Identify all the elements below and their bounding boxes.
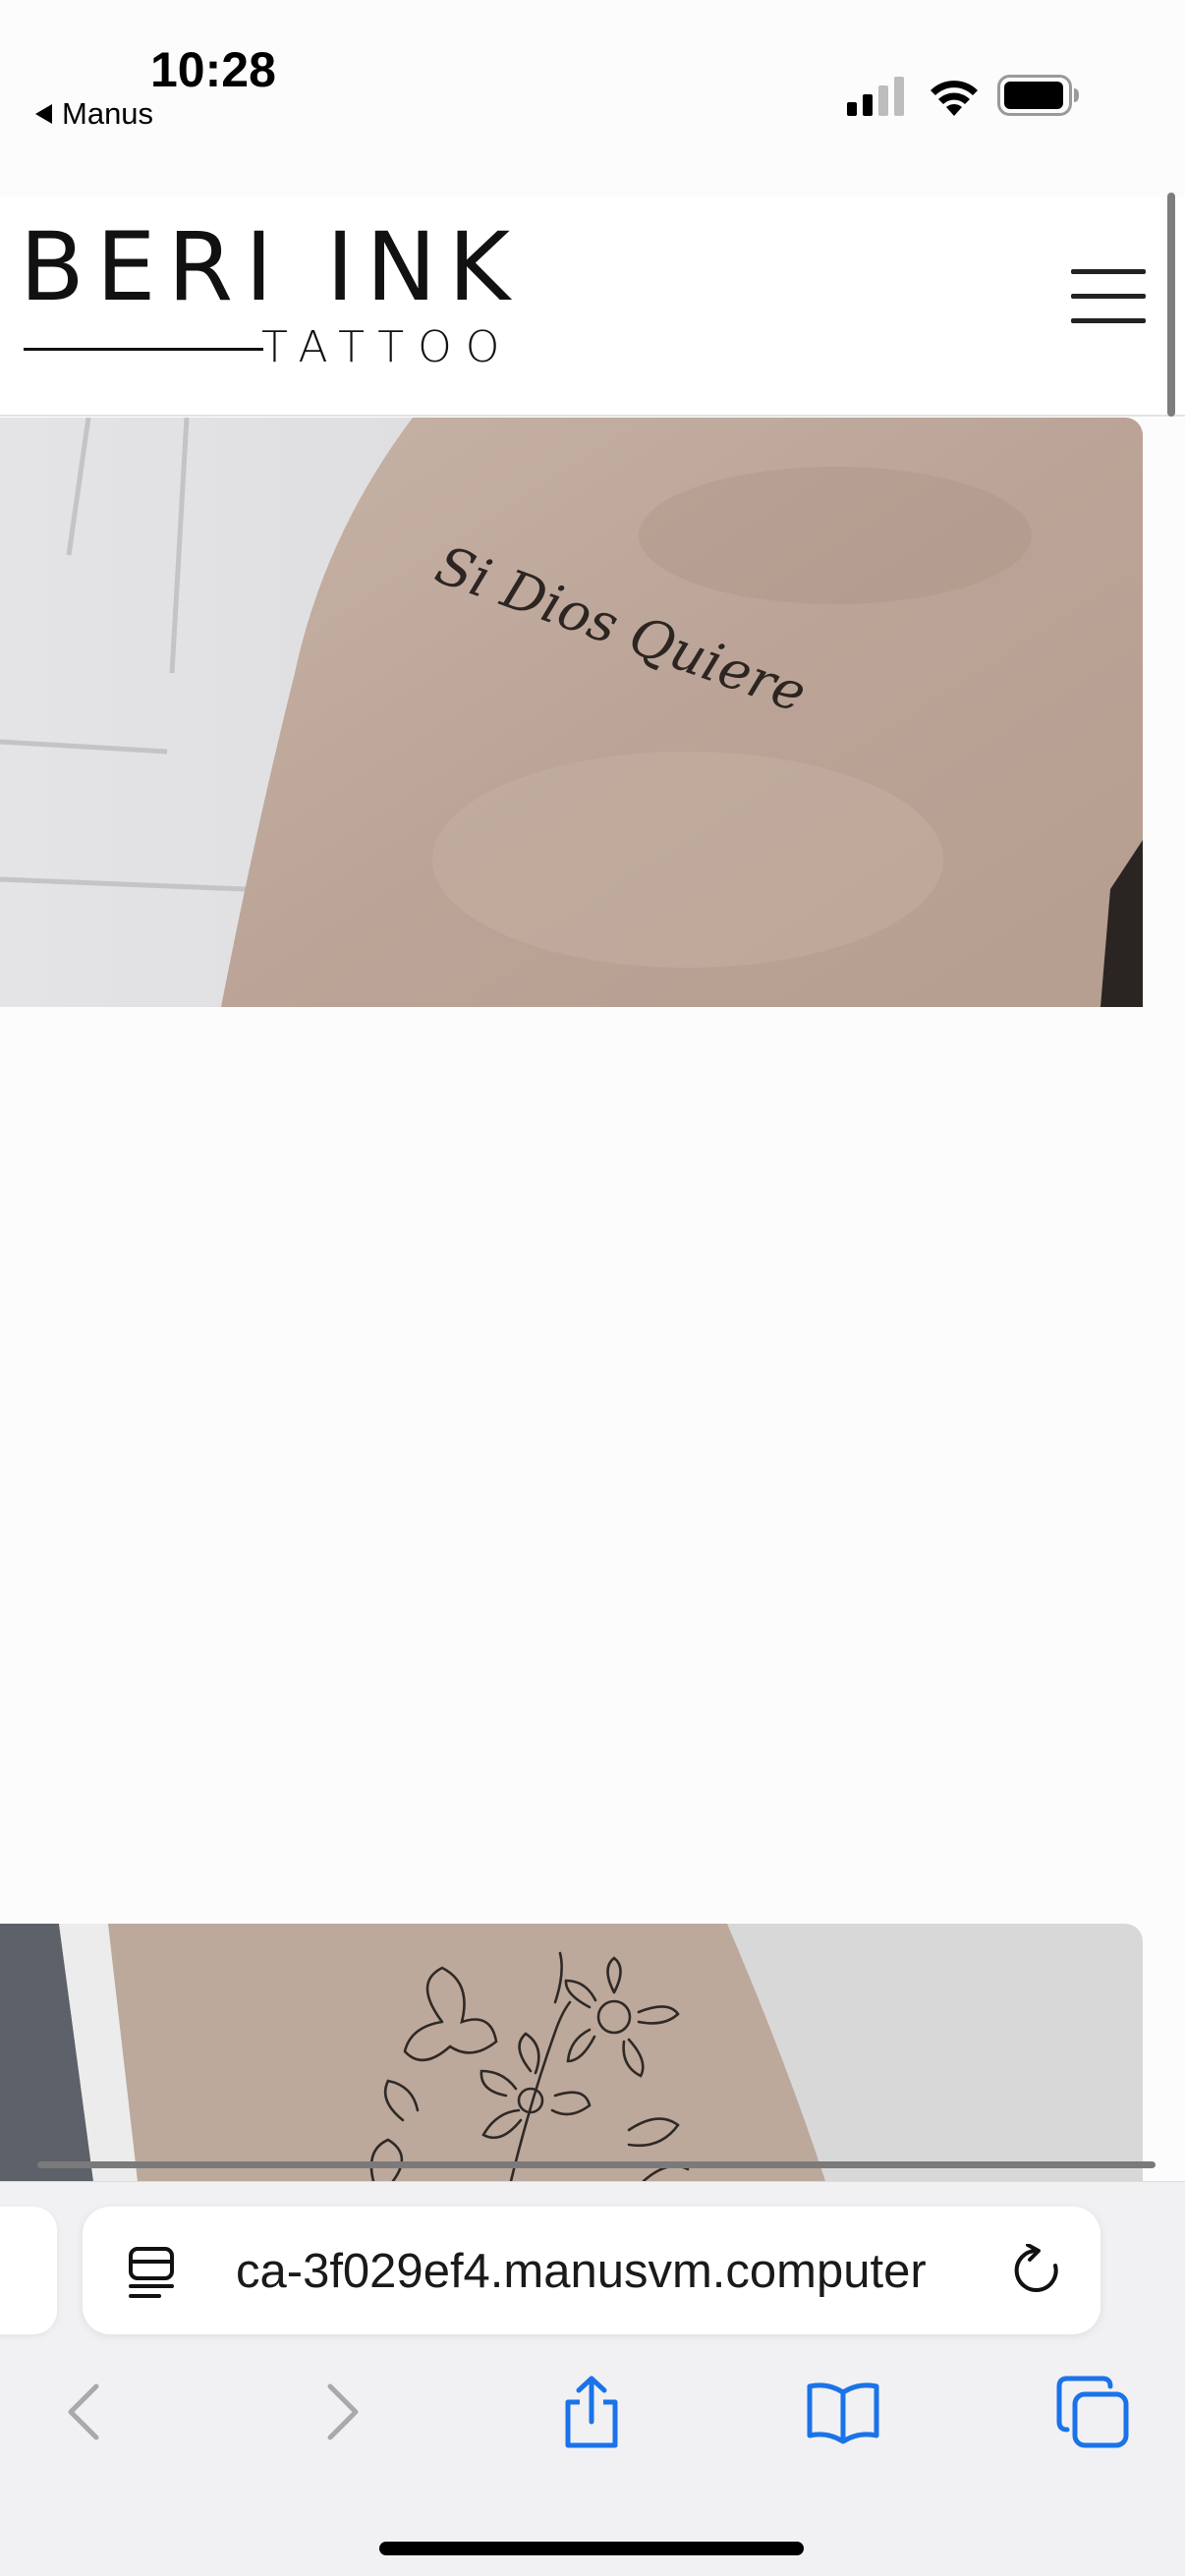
floral-tattoo-photo xyxy=(0,1924,1143,2181)
vertical-scrollbar[interactable] xyxy=(1167,193,1175,417)
logo-subtitle: TATTOO xyxy=(261,322,514,372)
gallery-image-floral-tattoo[interactable] xyxy=(0,1924,1143,2181)
url-text: ca-3f029ef4.manusvm.computer xyxy=(236,2245,927,2298)
gallery-image-script-tattoo[interactable]: Si Dios Quiere xyxy=(0,418,1143,1007)
cellular-signal-icon xyxy=(847,77,904,116)
battery-icon xyxy=(997,75,1079,116)
browser-bottom-bar: ca-3f029ef4.manusvm.computer xyxy=(0,2181,1185,2576)
bookmarks-icon[interactable] xyxy=(806,2375,880,2449)
share-icon[interactable] xyxy=(554,2375,629,2449)
tabs-icon[interactable] xyxy=(1055,2375,1130,2449)
page-menu-icon[interactable] xyxy=(128,2246,177,2299)
previous-tab-preview[interactable] xyxy=(0,2207,57,2334)
script-tattoo-photo: Si Dios Quiere xyxy=(0,418,1143,1007)
status-time: 10:28 xyxy=(150,42,276,97)
logo-underline xyxy=(24,348,263,351)
wifi-icon xyxy=(931,81,978,116)
hamburger-menu-icon[interactable] xyxy=(1071,269,1146,324)
logo-wordmark: BERI INK xyxy=(20,212,523,322)
home-indicator[interactable] xyxy=(379,2542,804,2555)
back-app-label: Manus xyxy=(62,96,154,131)
reload-icon[interactable] xyxy=(1010,2244,1063,2297)
back-icon[interactable] xyxy=(47,2375,122,2449)
site-logo[interactable]: BERI INK TATTOO xyxy=(20,220,531,377)
address-bar[interactable]: ca-3f029ef4.manusvm.computer xyxy=(83,2207,1100,2334)
horizontal-scroll-indicator[interactable] xyxy=(37,2161,1156,2168)
back-to-app-link[interactable]: Manus xyxy=(35,96,153,132)
site-header: BERI INK TATTOO xyxy=(0,196,1185,417)
forward-icon[interactable] xyxy=(305,2375,379,2449)
screen: 10:28 Manus BERI INK TATTOO Si Dios Quie… xyxy=(0,0,1185,2576)
back-triangle-icon xyxy=(35,104,52,124)
